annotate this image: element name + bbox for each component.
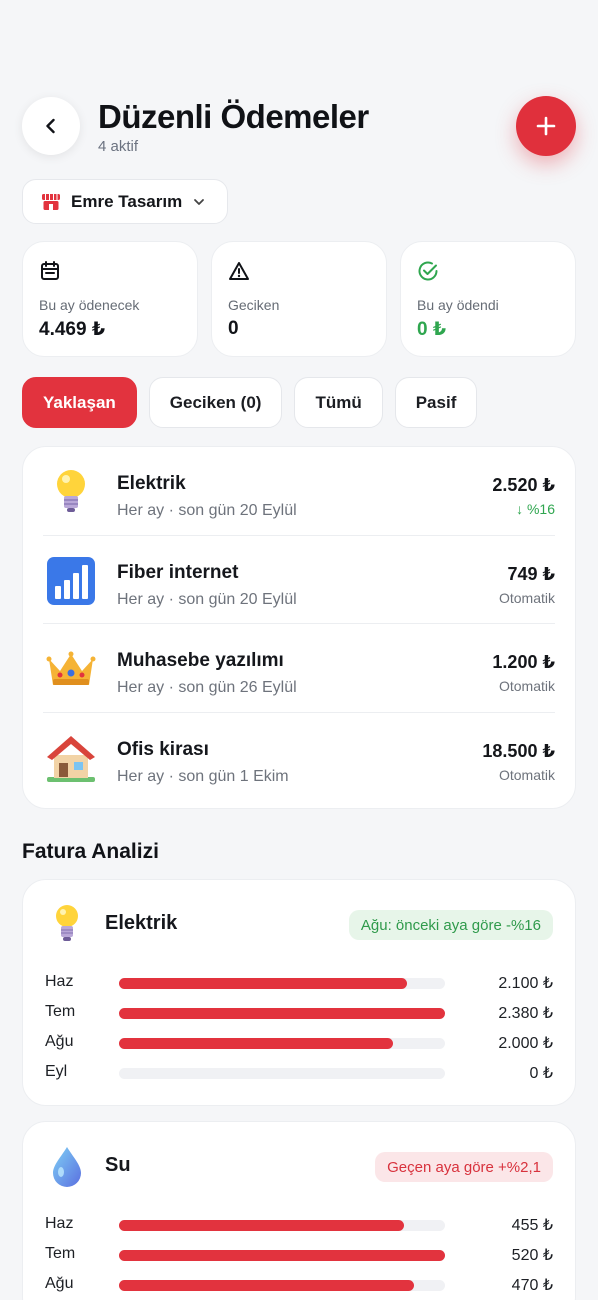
list-item[interactable]: Ofis kirası Her ay · son gün 1 Ekim 18.5… xyxy=(43,713,555,802)
bar-track xyxy=(119,1280,445,1291)
bar-track xyxy=(119,1038,445,1049)
payment-meta: Her ay · son gün 20 Eylül xyxy=(117,590,297,608)
bar-month: Haz xyxy=(45,973,74,990)
bar-value: 2.100 ₺ xyxy=(498,975,553,992)
analysis-name: Elektrik xyxy=(105,912,178,934)
lightbulb-icon xyxy=(45,466,97,518)
back-button[interactable] xyxy=(22,97,80,155)
bar-value: 2.000 ₺ xyxy=(498,1035,553,1052)
bar-value: 0 ₺ xyxy=(529,1065,553,1082)
bar-value: 470 ₺ xyxy=(511,1277,553,1294)
stat-value: 0 ₺ xyxy=(417,319,447,340)
payment-name: Fiber internet xyxy=(117,561,239,583)
payment-mode: Otomatik xyxy=(498,678,555,694)
bar-row: Ağu 2.000 ₺ xyxy=(45,1028,553,1058)
bar-fill xyxy=(119,1280,414,1291)
tab-all[interactable]: Tümü xyxy=(294,377,383,428)
bar-month: Tem xyxy=(45,1003,76,1020)
stat-card-paid: Bu ay ödendi 0 ₺ xyxy=(400,241,576,357)
bar-track xyxy=(119,978,445,989)
bar-month: Ağu xyxy=(45,1033,74,1050)
payment-amount: 1.200 ₺ xyxy=(492,652,555,672)
payment-meta: Her ay · son gün 20 Eylül xyxy=(117,502,297,519)
stat-card-overdue: Geciken 0 xyxy=(211,241,387,357)
bar-fill xyxy=(119,1008,445,1019)
payment-mode: Otomatik xyxy=(498,766,555,783)
payment-name: Muhasebe yazılımı xyxy=(117,650,284,671)
bar-track xyxy=(119,1220,445,1231)
bar-row: Haz 455 ₺ xyxy=(45,1210,553,1240)
bar-fill xyxy=(119,1220,405,1231)
water-drop-icon xyxy=(49,1144,85,1188)
shop-selector[interactable]: Emre Tasarım xyxy=(22,179,228,224)
stat-label: Bu ay ödenecek xyxy=(39,297,140,313)
list-item[interactable]: Fiber internet Her ay · son gün 20 Eylül… xyxy=(43,536,555,624)
shop-name: Emre Tasarım xyxy=(71,191,183,211)
crown-icon xyxy=(45,643,97,695)
payment-name: Ofis kirası xyxy=(117,738,209,760)
tab-passive[interactable]: Pasif xyxy=(394,377,478,428)
bar-month: Ağu xyxy=(45,1275,74,1292)
bar-month: Haz xyxy=(45,1215,74,1232)
analysis-card-water: Su Geçen aya göre +%2,1 Haz 455 ₺ Tem 52… xyxy=(22,1121,576,1300)
bar-value: 455 ₺ xyxy=(511,1217,553,1234)
bar-track xyxy=(119,1008,445,1019)
bar-month: Eyl xyxy=(45,1063,68,1080)
add-payment-button[interactable] xyxy=(516,96,576,156)
list-item[interactable]: Elektrik Her ay · son gün 20 Eylül 2.520… xyxy=(43,447,555,536)
bar-value: 520 ₺ xyxy=(511,1247,553,1264)
bar-fill xyxy=(119,1038,393,1049)
bar-fill xyxy=(119,1250,445,1261)
bar-row: Ağu 470 ₺ xyxy=(45,1270,553,1300)
stat-label: Geciken xyxy=(228,297,280,313)
payment-name: Elektrik xyxy=(117,473,186,494)
filter-tabs: Yaklaşan Geciken (0) Tümü Pasif xyxy=(22,377,478,428)
bar-fill xyxy=(119,978,407,989)
warning-icon xyxy=(229,262,249,280)
bar-track xyxy=(119,1068,445,1079)
chevron-left-icon xyxy=(46,118,55,134)
bar-row: Haz 2.100 ₺ xyxy=(45,968,553,998)
tab-overdue[interactable]: Geciken (0) xyxy=(148,377,283,428)
bar-row: Tem 520 ₺ xyxy=(45,1240,553,1270)
bar-track xyxy=(119,1250,445,1261)
plus-icon xyxy=(536,116,556,136)
tab-upcoming[interactable]: Yaklaşan xyxy=(22,377,137,428)
stat-value: 4.469 ₺ xyxy=(39,319,106,340)
payment-change: ↓ %16 xyxy=(516,501,555,517)
check-circle-icon xyxy=(418,261,438,281)
bar-month: Tem xyxy=(45,1245,76,1262)
list-item[interactable]: Muhasebe yazılımı Her ay · son gün 26 Ey… xyxy=(43,624,555,713)
stat-card-due: Bu ay ödenecek 4.469 ₺ xyxy=(22,241,198,357)
payment-amount: 18.500 ₺ xyxy=(482,740,555,761)
payment-amount: 2.520 ₺ xyxy=(492,475,555,495)
status-badge: Ağu: önceki aya göre -%16 xyxy=(348,910,553,940)
page-title: Düzenli Ödemeler xyxy=(98,98,369,135)
bar-row: Eyl 0 ₺ xyxy=(45,1058,553,1088)
stat-label: Bu ay ödendi xyxy=(417,297,499,313)
payment-list: Elektrik Her ay · son gün 20 Eylül 2.520… xyxy=(22,446,576,809)
bar-chart: Haz 455 ₺ Tem 520 ₺ Ağu 470 ₺ xyxy=(45,1210,553,1300)
stat-value: 0 xyxy=(228,318,239,339)
section-title: Fatura Analizi xyxy=(22,840,159,863)
calendar-icon xyxy=(41,261,59,280)
lightbulb-icon xyxy=(49,902,85,946)
house-icon xyxy=(45,732,97,784)
payment-mode: Otomatik xyxy=(498,589,555,606)
analysis-card-electric: Elektrik Ağu: önceki aya göre -%16 Haz 2… xyxy=(22,879,576,1106)
signal-bars-icon xyxy=(45,555,97,607)
bar-row: Tem 2.380 ₺ xyxy=(45,998,553,1028)
bar-value: 2.380 ₺ xyxy=(498,1005,553,1022)
header: Düzenli Ödemeler 4 aktif xyxy=(22,96,576,158)
store-icon xyxy=(42,193,60,210)
analysis-name: Su xyxy=(105,1154,131,1176)
page-subtitle: 4 aktif xyxy=(98,138,139,155)
chevron-down-icon xyxy=(194,198,205,205)
payment-amount: 749 ₺ xyxy=(507,563,555,584)
status-badge: Geçen aya göre +%2,1 xyxy=(375,1152,553,1182)
stats-row: Bu ay ödenecek 4.469 ₺ Geciken 0 Bu ay ö… xyxy=(22,241,576,357)
payment-meta: Her ay · son gün 26 Eylül xyxy=(117,679,297,696)
payment-meta: Her ay · son gün 1 Ekim xyxy=(117,767,289,785)
bar-chart: Haz 2.100 ₺ Tem 2.380 ₺ Ağu 2.000 ₺ Eyl … xyxy=(45,968,553,1088)
